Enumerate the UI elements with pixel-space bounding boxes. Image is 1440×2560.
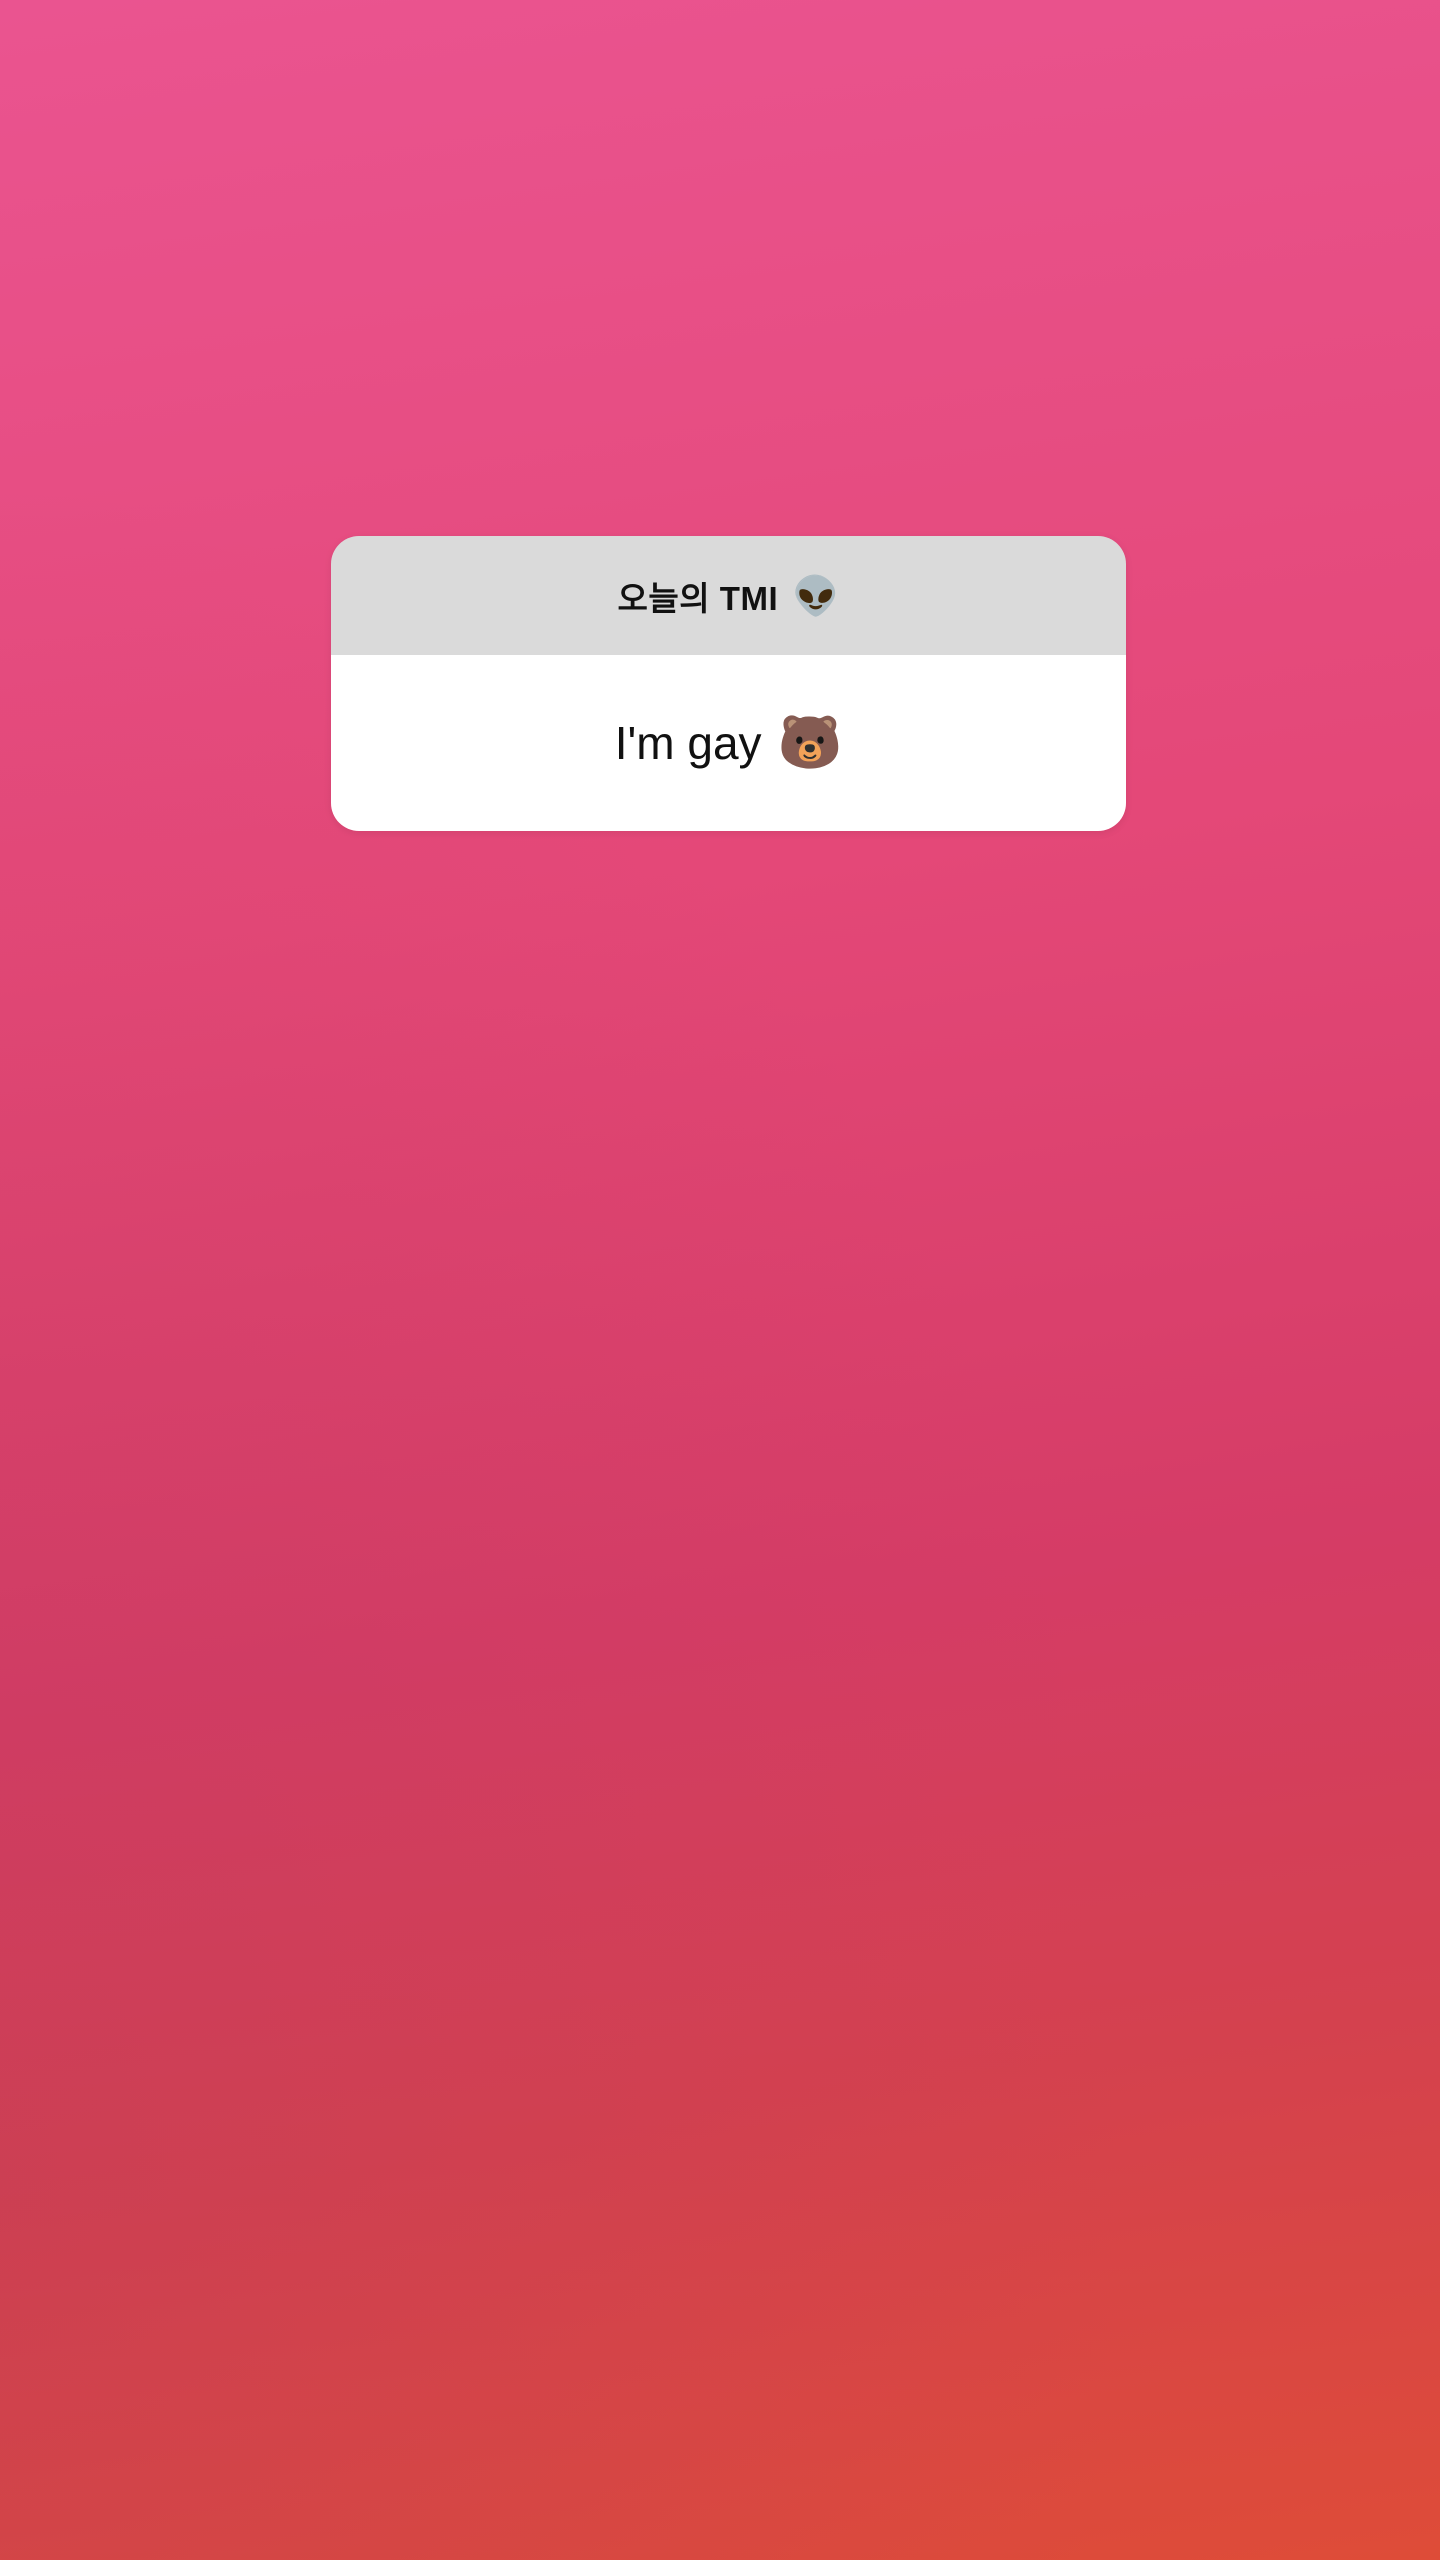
bear-face-icon: 🐻: [777, 713, 843, 773]
question-prompt-header: 오늘의 TMI 👽: [331, 536, 1126, 655]
alien-icon: 👽: [792, 573, 840, 618]
question-answer-body: I'm gay 🐻: [331, 655, 1126, 831]
question-prompt-text: 오늘의 TMI: [617, 579, 779, 617]
question-answer-text: I'm gay: [614, 717, 762, 769]
story-background: [0, 0, 1440, 2560]
question-sticker[interactable]: 오늘의 TMI 👽 I'm gay 🐻: [331, 536, 1126, 831]
